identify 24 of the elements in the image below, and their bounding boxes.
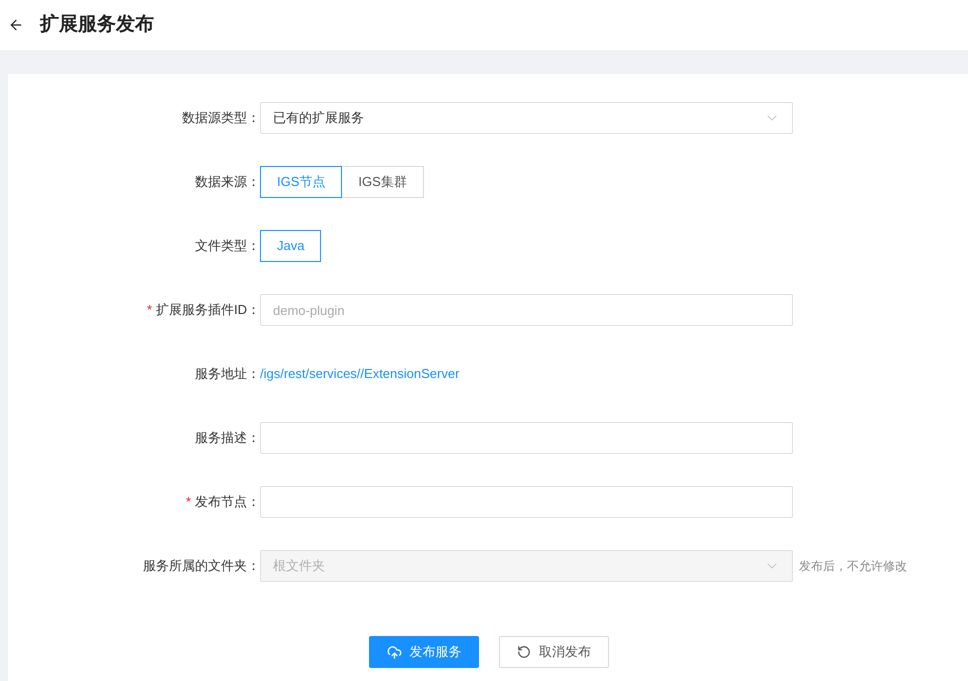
service-url-link[interactable]: /igs/rest/services//ExtensionServer	[260, 364, 460, 384]
field-label: 数据源类型：	[182, 109, 260, 128]
field-label: 服务地址：	[195, 365, 260, 384]
field-label: 服务所属的文件夹：	[143, 557, 260, 576]
field-label: 发布节点：	[195, 493, 260, 512]
cloud-upload-icon	[386, 644, 402, 660]
required-asterisk: *	[146, 301, 152, 320]
radio-button[interactable]: IGS节点	[260, 166, 342, 198]
cancel-button[interactable]: 取消发布	[499, 636, 609, 668]
required-asterisk: *	[186, 493, 191, 512]
input-field[interactable]	[260, 422, 793, 454]
hint-text: 发布后，不允许修改	[799, 558, 907, 575]
field-label: 文件类型：	[195, 237, 260, 256]
publish-button[interactable]: 发布服务	[369, 636, 479, 668]
input-field[interactable]: demo-plugin	[260, 294, 793, 326]
field-label: 数据来源：	[195, 173, 260, 192]
reset-icon	[517, 645, 531, 659]
radio-button[interactable]: Java	[260, 230, 322, 262]
field-label: 服务描述：	[195, 429, 260, 448]
radio-button[interactable]: IGS集群	[341, 166, 424, 198]
input-field[interactable]	[260, 486, 793, 518]
page-title: 扩展服务发布	[40, 12, 154, 37]
field-label: 扩展服务插件ID：	[156, 301, 260, 320]
select-field[interactable]: 已有的扩展服务	[260, 102, 793, 134]
